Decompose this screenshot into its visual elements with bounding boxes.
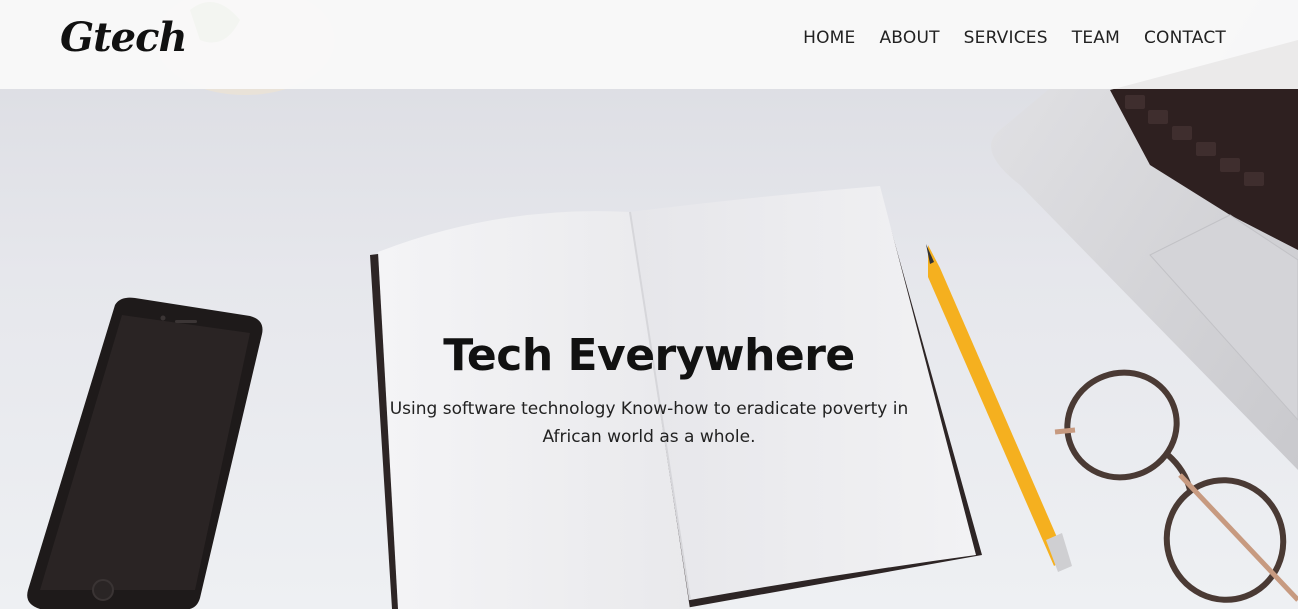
hero-section: Tech Everywhere Using software technolog…	[0, 330, 1298, 451]
brand-logo[interactable]: Gtech	[60, 14, 188, 61]
nav-link-about[interactable]: ABOUT	[879, 28, 939, 48]
nav-link-home[interactable]: HOME	[803, 28, 855, 48]
nav-link-team[interactable]: TEAM	[1072, 28, 1120, 48]
hero-subtitle: Using software technology Know-how to er…	[389, 399, 909, 447]
hero-background	[0, 0, 1298, 609]
nav-link-services[interactable]: SERVICES	[964, 28, 1048, 48]
desk-illustration	[27, 0, 1298, 609]
nav-link-contact[interactable]: CONTACT	[1144, 28, 1226, 48]
hero-title: Tech Everywhere	[443, 330, 855, 381]
top-navbar: Gtech HOME ABOUT SERVICES TEAM CONTACT	[0, 0, 1298, 89]
main-nav: HOME ABOUT SERVICES TEAM CONTACT	[779, 28, 1226, 48]
